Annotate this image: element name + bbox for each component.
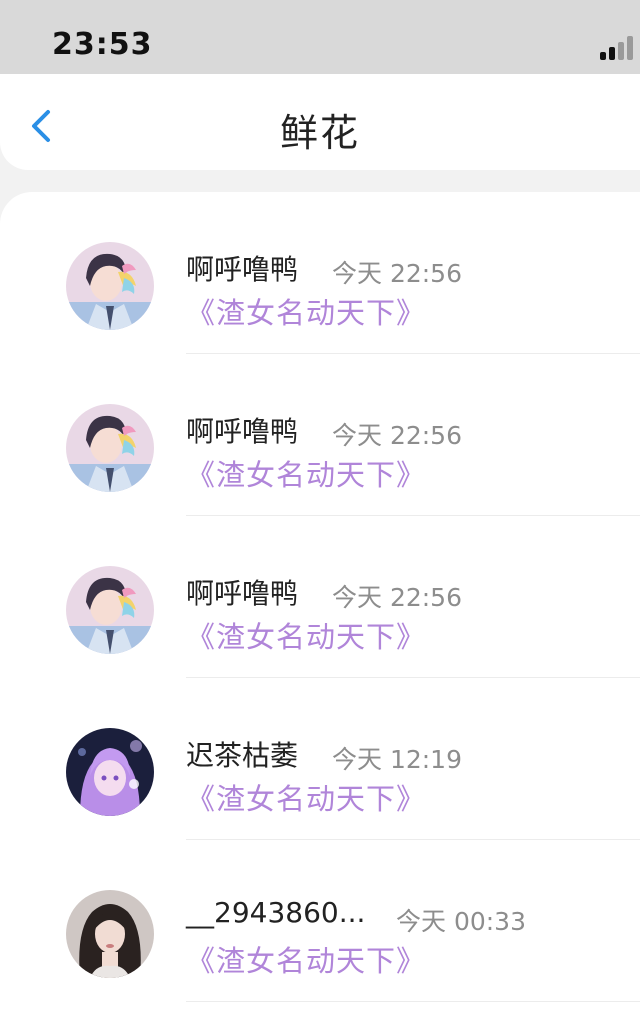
list-item[interactable]: 啊呼噜鸭 今天 22:56 《渣女名动天下》 — [0, 192, 640, 354]
avatar[interactable] — [66, 242, 154, 330]
anime-boy-avatar-icon — [66, 404, 154, 492]
photo-girl-avatar-icon — [66, 890, 154, 978]
avatar[interactable] — [66, 566, 154, 654]
divider — [186, 1001, 640, 1002]
gift-text: 《渣女名动天下》 — [186, 620, 427, 654]
user-name: 啊呼噜鸭 — [186, 415, 299, 448]
user-name: 啊呼噜鸭 — [186, 253, 299, 286]
user-name: 迟茶枯萎 — [186, 739, 299, 772]
gift-text: 《渣女名动天下》 — [186, 944, 427, 978]
gift-text: 《渣女名动天下》 — [186, 296, 427, 330]
page-title: 鲜花 — [279, 111, 360, 155]
signal-strength-icon — [600, 36, 636, 60]
anime-girl-avatar-icon — [66, 728, 154, 816]
list-item[interactable]: 啊呼噜鸭 今天 22:56 《渣女名动天下》 — [0, 354, 640, 516]
nav-bar: 鲜花 — [0, 74, 640, 170]
time-text: 今天 22:56 — [332, 259, 462, 288]
status-time: 23:53 — [52, 27, 153, 62]
time-text: 今天 22:56 — [332, 583, 462, 612]
avatar[interactable] — [66, 728, 154, 816]
list-item[interactable]: __2943860... 今天 00:33 《渣女名动天下》 — [0, 840, 640, 1002]
user-name: __2943860... — [186, 896, 366, 929]
time-text: 今天 00:33 — [396, 907, 526, 936]
status-bar: 23:53 — [0, 0, 640, 74]
list-item[interactable]: 啊呼噜鸭 今天 22:56 《渣女名动天下》 — [0, 516, 640, 678]
avatar[interactable] — [66, 404, 154, 492]
time-text: 今天 22:56 — [332, 421, 462, 450]
anime-boy-avatar-icon — [66, 242, 154, 330]
user-name: 啊呼噜鸭 — [186, 577, 299, 610]
avatar[interactable] — [66, 890, 154, 978]
gift-record-list: 啊呼噜鸭 今天 22:56 《渣女名动天下》 啊呼噜鸭 今天 22:56 《渣女… — [0, 192, 640, 1013]
anime-boy-avatar-icon — [66, 566, 154, 654]
gift-text: 《渣女名动天下》 — [186, 458, 427, 492]
time-text: 今天 12:19 — [332, 745, 462, 774]
gift-text: 《渣女名动天下》 — [186, 782, 427, 816]
list-item[interactable]: 迟茶枯萎 今天 12:19 《渣女名动天下》 — [0, 678, 640, 840]
